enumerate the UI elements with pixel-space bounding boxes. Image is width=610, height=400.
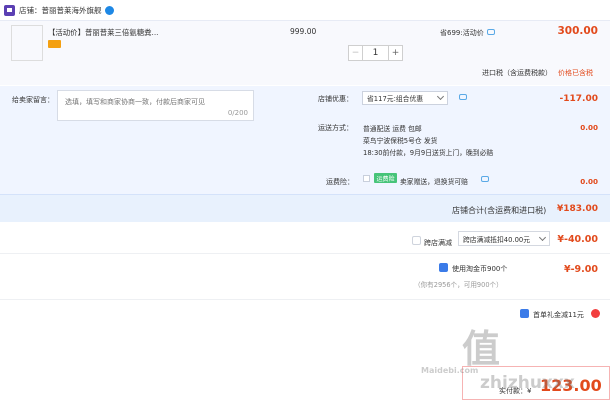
info-icon[interactable] bbox=[591, 309, 600, 318]
shipping-label: 运送方式： bbox=[318, 124, 353, 132]
chat-icon[interactable] bbox=[486, 29, 495, 35]
shipping-fee: 0.00 bbox=[580, 123, 598, 132]
chat-icon[interactable] bbox=[104, 5, 114, 15]
shop-name[interactable]: 店铺：普丽普莱海外旗舰 bbox=[19, 5, 102, 16]
insurance-badge: 运费险 bbox=[374, 173, 397, 183]
message-counter: 0/200 bbox=[227, 109, 248, 117]
insurance-fee: 0.00 bbox=[580, 177, 598, 186]
cross-store-select[interactable]: 跨店满减抵扣40.00元 bbox=[458, 231, 550, 246]
cross-store-checkbox[interactable] bbox=[412, 236, 421, 245]
product-thumbnail[interactable] bbox=[11, 25, 43, 61]
shop-discount-label: 店铺优惠： bbox=[318, 95, 353, 103]
shop-discount-amount: -117.00 bbox=[559, 94, 598, 104]
cross-store-label: 跨店满减 bbox=[424, 239, 452, 247]
message-label: 给卖家留言： bbox=[12, 96, 54, 104]
tax-label: 进口税（含运费税款） bbox=[482, 69, 552, 77]
chat-icon[interactable] bbox=[459, 94, 467, 100]
order-item: 【活动价】普丽普莱三倍氨糖粪... 999.00 − + 省699:活动价 30… bbox=[0, 20, 610, 85]
product-title[interactable]: 【活动价】普丽普莱三倍氨糖粪... bbox=[48, 27, 159, 38]
watermark-logo: 值 bbox=[462, 327, 501, 371]
insurance-checkbox[interactable] bbox=[363, 175, 370, 182]
chevron-down-icon bbox=[538, 233, 547, 241]
shipping-line: 菜鸟宁波保税5号仓 发货 bbox=[363, 137, 438, 145]
chevron-down-icon bbox=[436, 92, 445, 101]
shipping-line: 18:30前付款，9月9日送货上门，晚到必赔 bbox=[363, 149, 494, 157]
coin-label: 使用淘金币900个 bbox=[452, 265, 508, 273]
first-order-checkbox[interactable] bbox=[520, 309, 529, 318]
order-options: 给卖家留言： 0/200 店铺优惠： 省117元:组合优惠 -117.00 运送… bbox=[0, 86, 610, 194]
coin-row bbox=[0, 254, 610, 300]
shop-total-label: 店铺合计(含运费和进口税) bbox=[452, 206, 547, 215]
seller-message-box[interactable]: 0/200 bbox=[57, 90, 254, 121]
shop-discount-select[interactable]: 省117元:组合优惠 bbox=[362, 91, 448, 105]
decrease-button[interactable]: − bbox=[348, 45, 363, 61]
seller-message-input[interactable] bbox=[65, 96, 245, 108]
shipping-line: 普通配送 运费 包邮 bbox=[363, 125, 422, 133]
tax-included-link[interactable]: 价格已含税 bbox=[558, 68, 593, 78]
watermark-text: Maidebi.com bbox=[421, 366, 479, 375]
chat-icon[interactable] bbox=[481, 176, 489, 182]
unit-price: 999.00 bbox=[290, 27, 317, 36]
watermark-text: zhizhuxxx bbox=[480, 373, 575, 393]
promo-tag-icon bbox=[48, 40, 61, 48]
shop-total-value: ¥183.00 bbox=[557, 204, 598, 214]
saved-text: 省699:活动价 bbox=[440, 28, 495, 38]
cross-store-amount: ¥-40.00 bbox=[557, 234, 598, 245]
shop-total-bar: 店铺合计(含运费和进口税) ¥183.00 bbox=[0, 194, 610, 222]
insurance-text: 卖家赠送，退换货可赔 bbox=[400, 178, 468, 186]
first-order-label: 首单礼金减11元 bbox=[533, 311, 584, 319]
insurance-label: 运费险： bbox=[326, 178, 354, 186]
quantity-input[interactable] bbox=[363, 45, 388, 61]
coin-balance: （你有2956个，可用900个） bbox=[414, 281, 503, 289]
checkout-page: 店铺：普丽普莱海外旗舰 【活动价】普丽普莱三倍氨糖粪... 999.00 − +… bbox=[0, 0, 610, 400]
coin-checkbox[interactable] bbox=[439, 263, 448, 272]
quantity-stepper[interactable]: − + bbox=[348, 45, 403, 61]
shop-icon bbox=[4, 4, 15, 16]
item-subtotal: 300.00 bbox=[557, 25, 598, 37]
increase-button[interactable]: + bbox=[388, 45, 403, 61]
shop-header: 店铺：普丽普莱海外旗舰 bbox=[0, 0, 610, 20]
coin-amount: ¥-9.00 bbox=[564, 264, 598, 275]
